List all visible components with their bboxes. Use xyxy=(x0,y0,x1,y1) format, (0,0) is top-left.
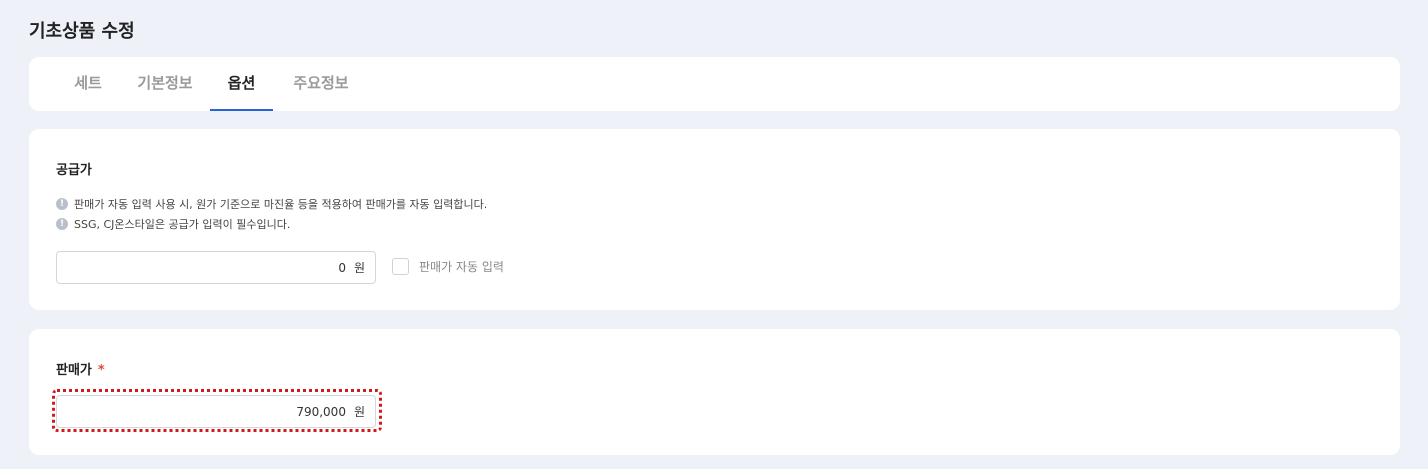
sale-price-unit: 원 xyxy=(353,405,365,419)
notice-auto-input: ! 판매가 자동 입력 사용 시, 원가 기준으로 마진율 등을 적용하여 판매… xyxy=(56,196,487,212)
page-title: 기초상품 수정 xyxy=(29,21,135,42)
tab-set[interactable]: 세트 xyxy=(73,57,103,111)
auto-input-checkbox[interactable] xyxy=(392,258,409,275)
auto-input-option[interactable]: 판매가 자동 입력 xyxy=(392,258,504,275)
notice-text: SSG, CJ온스타일은 공급가 입력이 필수입니다. xyxy=(74,218,291,231)
supply-price-value: 0 xyxy=(338,260,346,275)
auto-input-label: 판매가 자동 입력 xyxy=(419,260,504,274)
info-icon: ! xyxy=(56,218,68,230)
sale-price-section: 판매가 * 790,000 원 xyxy=(29,329,1400,455)
tab-options[interactable]: 옵션 xyxy=(210,57,273,111)
sale-price-value: 790,000 xyxy=(296,404,346,419)
tab-basic-info[interactable]: 기본정보 xyxy=(135,57,195,111)
page: 기초상품 수정 세트 기본정보 옵션 주요정보 공급가 ! 판매가 자동 입력 … xyxy=(0,0,1428,469)
notice-required: ! SSG, CJ온스타일은 공급가 입력이 필수입니다. xyxy=(56,216,290,232)
supply-price-unit: 원 xyxy=(353,261,365,275)
notice-text: 판매가 자동 입력 사용 시, 원가 기준으로 마진율 등을 적용하여 판매가를… xyxy=(74,198,488,211)
sale-price-input[interactable]: 790,000 원 xyxy=(56,395,376,428)
sale-price-label-row: 판매가 * xyxy=(56,359,105,378)
tab-main-info[interactable]: 주요정보 xyxy=(291,57,351,111)
info-icon: ! xyxy=(56,198,68,210)
required-mark: * xyxy=(97,363,105,378)
supply-price-label: 공급가 xyxy=(56,163,92,178)
tab-bar: 세트 기본정보 옵션 주요정보 xyxy=(29,57,1400,111)
sale-price-label: 판매가 xyxy=(56,363,92,378)
supply-price-input[interactable]: 0 원 xyxy=(56,251,376,284)
supply-price-section: 공급가 ! 판매가 자동 입력 사용 시, 원가 기준으로 마진율 등을 적용하… xyxy=(29,129,1400,310)
